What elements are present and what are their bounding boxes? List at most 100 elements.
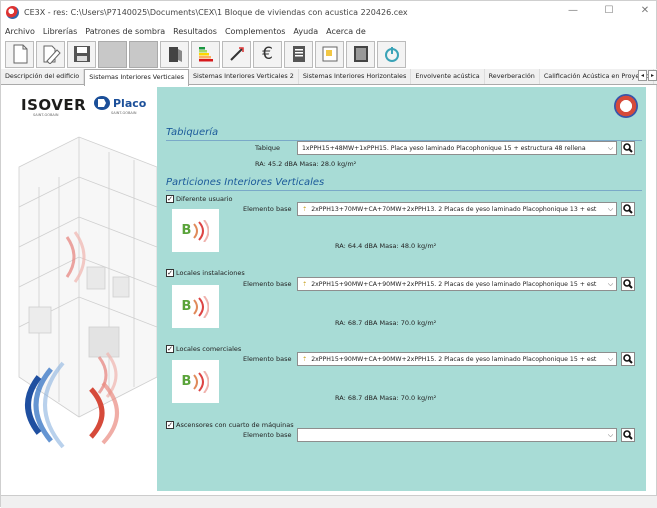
toolbar: € — [1, 39, 657, 69]
chevron-down-icon: ⌵ — [607, 430, 614, 439]
power-icon — [384, 47, 399, 62]
menu-ayuda[interactable]: Ayuda — [293, 27, 318, 36]
isover-logo: ISOVER — [21, 96, 87, 114]
ascensores-search-button[interactable] — [621, 428, 635, 442]
tab-sistemas-interiores-verticales[interactable]: Sistemas Interiores Verticales — [84, 69, 189, 86]
search-icon — [623, 279, 633, 289]
diferente-usuario-select-value: 2xPPH13+70MW+CA+70MW+2xPPH13. 2 Placas d… — [311, 205, 597, 213]
search-icon — [623, 354, 633, 364]
library-button[interactable] — [160, 40, 189, 68]
energy-rating-button[interactable] — [191, 40, 220, 68]
tab-envolvente-acustica[interactable]: Envolvente acústica — [411, 69, 485, 84]
elemento-base-label: Elemento base — [243, 280, 292, 288]
sound-waves-icon — [193, 219, 210, 242]
acoustic-rating-badge: B — [172, 285, 219, 328]
building-illustration — [18, 136, 157, 449]
menu-librerias[interactable]: Librerías — [43, 27, 77, 36]
diferente-usuario-search-button[interactable] — [621, 202, 635, 216]
particiones-title: Particiones Interiores Verticales — [166, 177, 325, 188]
chevron-down-icon: ⌵ — [607, 143, 614, 152]
locales-instalaciones-select-value: 2xPPH15+90MW+CA+90MW+2xPPH15. 2 Placas d… — [311, 280, 597, 288]
checkbox-mark: ✓ — [166, 421, 174, 429]
tabiqueria-title: Tabiquería — [166, 127, 219, 138]
tabique-select[interactable]: 1xPPH15+48MW+1xPPH15. Placa yeso laminad… — [297, 141, 617, 155]
placo-mark-icon — [94, 96, 110, 110]
left-illustration-panel: ISOVER SAINT-GOBAIN Placo SAINT-GOBAIN — [9, 87, 157, 491]
new-file-icon — [13, 44, 27, 64]
measures-button[interactable] — [222, 40, 251, 68]
acoustic-logo-icon — [614, 94, 638, 118]
material-icon: ⇡ — [302, 280, 308, 288]
chevron-down-icon: ⌵ — [607, 279, 614, 288]
euro-icon: € — [262, 44, 273, 64]
checkbox-mark: ✓ — [166, 345, 174, 353]
locales-instalaciones-search-button[interactable] — [621, 277, 635, 291]
maximize-button[interactable]: ☐ — [602, 5, 616, 16]
checkbox-mark: ✓ — [166, 269, 174, 277]
tab-reverberacion[interactable]: Reverberación — [485, 69, 540, 84]
new-file-button[interactable] — [5, 40, 34, 68]
locales-instalaciones-checkbox[interactable]: ✓ Locales instalaciones — [166, 269, 245, 277]
document-icon — [292, 46, 305, 62]
elemento-base-label: Elemento base — [243, 205, 292, 213]
ascensores-checkbox[interactable]: ✓ Ascensores con cuarto de máquinas — [166, 421, 294, 429]
ascensores-select[interactable]: ⌵ — [297, 428, 617, 442]
locales-comerciales-search-button[interactable] — [621, 352, 635, 366]
locales-comerciales-checkbox[interactable]: ✓ Locales comerciales — [166, 345, 241, 353]
tab-sistemas-interiores-verticales-2[interactable]: Sistemas Interiores Verticales 2 — [189, 69, 299, 84]
locales-comerciales-label: Locales comerciales — [176, 345, 242, 353]
tab-scroll-left-button[interactable]: ◂ — [638, 70, 647, 81]
menu-acerca-de[interactable]: Acerca de — [326, 27, 366, 36]
document-button[interactable] — [284, 40, 313, 68]
save-button[interactable] — [67, 40, 96, 68]
app-window: CE3X - res: C:\Users\P7140025\Documents\… — [0, 0, 657, 508]
disabled-button-1 — [98, 40, 127, 68]
rating-letter: B — [181, 299, 192, 314]
tab-scroll-controls: ◂ ▸ — [638, 70, 657, 81]
ascensores-label: Ascensores con cuarto de máquinas — [176, 421, 294, 429]
tabique-search-button[interactable] — [621, 141, 635, 155]
tabique-select-value: 1xPPH15+48MW+1xPPH15. Placa yeso laminad… — [302, 144, 586, 152]
image-button[interactable] — [315, 40, 344, 68]
sound-waves-icon — [193, 370, 210, 393]
menu-archivo[interactable]: Archivo — [5, 27, 35, 36]
diferente-usuario-label: Diferente usuario — [176, 195, 233, 203]
open-file-icon — [43, 45, 61, 64]
locales-instalaciones-result: RA: 68.7 dBA Masa: 70.0 kg/m² — [335, 319, 437, 327]
menu-resultados[interactable]: Resultados — [173, 27, 217, 36]
rating-letter: B — [181, 223, 192, 238]
locales-instalaciones-select[interactable]: ⇡ 2xPPH15+90MW+CA+90MW+2xPPH15. 2 Placas… — [297, 277, 617, 291]
tab-descripcion-edificio[interactable]: Descripción del edificio — [1, 69, 85, 84]
chevron-down-icon: ⌵ — [607, 204, 614, 213]
power-button[interactable] — [377, 40, 406, 68]
report-button[interactable] — [346, 40, 375, 68]
particiones-divider — [166, 190, 642, 191]
close-button[interactable]: ✕ — [638, 5, 652, 16]
isover-logo-subtitle: SAINT-GOBAIN — [33, 113, 59, 117]
elemento-base-label: Elemento base — [243, 355, 292, 363]
save-icon — [73, 46, 90, 62]
checkbox-mark: ✓ — [166, 195, 174, 203]
material-icon: ⇡ — [302, 355, 308, 363]
economic-analysis-button[interactable]: € — [253, 40, 282, 68]
acoustic-rating-badge: B — [172, 360, 219, 403]
rating-letter: B — [181, 374, 192, 389]
tab-strip: Descripción del edificio Sistemas Interi… — [1, 69, 657, 86]
menu-patrones-de-sombra[interactable]: Patrones de sombra — [85, 27, 165, 36]
menu-complementos[interactable]: Complementos — [225, 27, 285, 36]
elemento-base-label: Elemento base — [243, 431, 292, 439]
search-icon — [623, 143, 633, 153]
image-icon — [322, 46, 337, 62]
diferente-usuario-checkbox[interactable]: ✓ Diferente usuario — [166, 195, 232, 203]
window-controls: — ☐ ✕ — [566, 5, 652, 16]
tab-sistemas-interiores-horizontales[interactable]: Sistemas Interiores Horizontales — [299, 69, 412, 84]
minimize-button[interactable]: — — [566, 5, 580, 16]
diferente-usuario-select[interactable]: ⇡ 2xPPH13+70MW+CA+70MW+2xPPH13. 2 Placas… — [297, 202, 617, 216]
locales-comerciales-select[interactable]: ⇡ 2xPPH15+90MW+CA+90MW+2xPPH15. 2 Placas… — [297, 352, 617, 366]
menu-bar: Archivo Librerías Patrones de sombra Res… — [1, 23, 657, 39]
locales-comerciales-select-value: 2xPPH15+90MW+CA+90MW+2xPPH15. 2 Placas d… — [311, 355, 597, 363]
locales-instalaciones-label: Locales instalaciones — [176, 269, 245, 277]
disabled-button-2 — [129, 40, 158, 68]
tab-scroll-right-button[interactable]: ▸ — [648, 70, 657, 81]
open-file-button[interactable] — [36, 40, 65, 68]
